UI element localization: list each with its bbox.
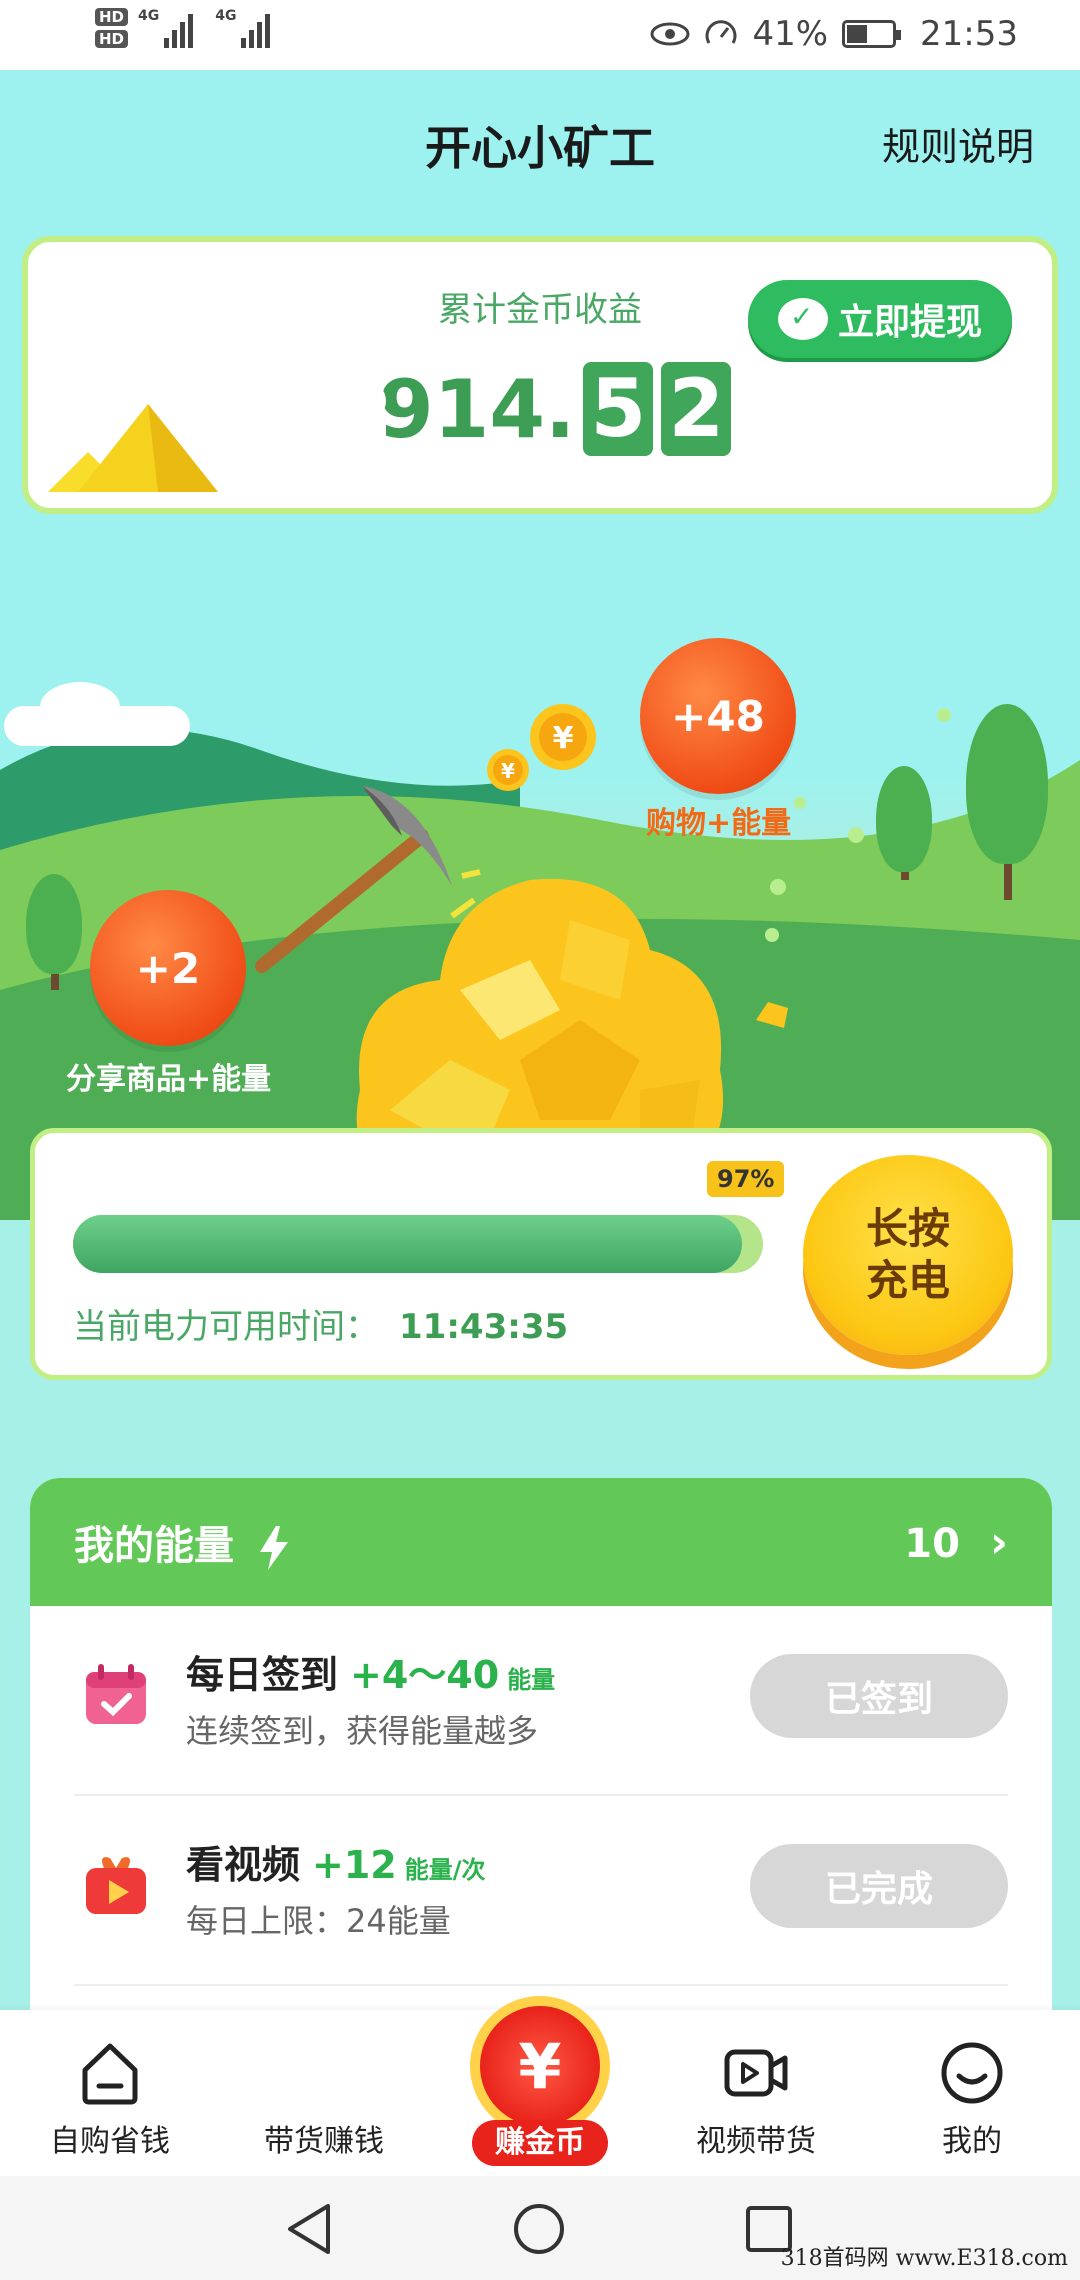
power-percent-badge: 97%	[707, 1161, 785, 1197]
home-icon[interactable]	[512, 2202, 566, 2256]
tab-sell-earn[interactable]: 带货赚钱	[216, 2040, 432, 2160]
hd-badges: HD HD	[95, 8, 129, 48]
power-time-value: 11:43:35	[399, 1307, 569, 1347]
divider	[74, 1984, 1008, 1986]
smiley-icon	[941, 2042, 1003, 2104]
cloud	[820, 368, 900, 420]
tab-label: 视频带货	[696, 2124, 816, 2159]
cloud	[40, 682, 120, 732]
share-energy-bubble[interactable]: +2	[90, 890, 246, 1046]
charge-button-label: 长按 充电	[865, 1204, 950, 1305]
shopping-energy-bubble[interactable]: +48	[640, 638, 796, 794]
battery-percent: 41%	[752, 14, 829, 54]
home-bag-icon	[82, 2043, 138, 2105]
task-unit: 能量	[507, 1666, 556, 1694]
back-icon[interactable]	[284, 2202, 334, 2256]
power-time-label: 当前电力可用时间：	[73, 1307, 379, 1347]
tree	[876, 766, 932, 872]
shopping-energy-value: +48	[671, 691, 765, 741]
my-energy-count-wrap: 10 ›	[904, 1517, 1008, 1568]
game-area: 开心小矿工 规则说明 累计金币收益 914. 5 2 立即提现	[0, 70, 1080, 2010]
earn-coins-icon[interactable]: ¥	[470, 1996, 610, 2136]
earnings-digit-2: 2	[661, 362, 732, 456]
status-bar: HD HD 4G 4G 41% 21:53	[0, 0, 1080, 70]
power-progress-bar	[73, 1215, 763, 1273]
video-camera-icon	[724, 2049, 788, 2097]
task-daily-checkin: 每日签到 +4～40 能量 连续签到，获得能量越多 已签到	[30, 1606, 1052, 1794]
earnings-amount: 914. 5 2	[378, 362, 732, 456]
task-subtitle: 每日上限：24能量	[186, 1902, 451, 1940]
svg-text:¥: ¥	[553, 721, 574, 756]
task-reward: +12	[312, 1843, 397, 1887]
share-energy-value: +2	[135, 943, 201, 993]
tree	[966, 704, 1048, 864]
task-reward: +4～40	[350, 1653, 500, 1697]
completed-button[interactable]: 已完成	[750, 1844, 1008, 1928]
earnings-whole: 914.	[378, 362, 576, 456]
signal-strength-icon: 4G	[138, 8, 194, 48]
coin-icon: ¥	[487, 749, 529, 791]
cloud	[910, 372, 972, 402]
my-energy-title: 我的能量	[74, 1513, 290, 1571]
task-subtitle: 连续签到，获得能量越多	[186, 1712, 539, 1750]
hd-badge-1: HD	[95, 8, 129, 26]
power-progress-fill	[73, 1215, 743, 1273]
tab-blank-icon	[291, 2040, 357, 2106]
signal-strength-icon: 4G	[215, 8, 271, 48]
my-energy-header[interactable]: 我的能量 10 ›	[30, 1478, 1052, 1606]
pyramid-icon	[48, 404, 218, 492]
tab-label: 自购省钱	[50, 2124, 170, 2159]
lightning-icon	[259, 1526, 288, 1570]
withdraw-label: 立即提现	[837, 302, 982, 343]
rules-link[interactable]: 规则说明	[882, 116, 1034, 171]
calendar-icon	[86, 1664, 146, 1724]
task-title: 每日签到 +4～40 能量	[186, 1653, 556, 1697]
signal-group: HD HD 4G 4G	[95, 8, 271, 48]
video-gift-icon	[86, 1857, 146, 1914]
system-nav-bar: 318首码网 www.E318.com	[0, 2176, 1080, 2280]
tab-self-purchase[interactable]: 自购省钱	[2, 2040, 218, 2160]
wechat-icon	[777, 298, 828, 340]
tab-video-sell[interactable]: 视频带货	[648, 2040, 864, 2160]
speedometer-icon	[706, 20, 737, 44]
watermark: 318首码网 www.E318.com	[780, 2246, 1068, 2271]
earnings-card: 累计金币收益 914. 5 2 立即提现	[22, 236, 1058, 514]
task-watch-video: 看视频 +12 能量/次 每日上限：24能量 已完成	[30, 1796, 1052, 1984]
shopping-energy-label: 购物+能量	[646, 806, 792, 841]
status-right: 41% 21:53	[650, 14, 1018, 54]
withdraw-button[interactable]: 立即提现	[748, 280, 1012, 358]
tab-label: 我的	[942, 2124, 1002, 2159]
cloud	[244, 370, 314, 410]
svg-text:¥: ¥	[501, 759, 515, 783]
tab-label: 带货赚钱	[264, 2124, 384, 2159]
task-unit: 能量/次	[404, 1856, 486, 1884]
long-press-charge-button[interactable]: 长按 充电	[803, 1155, 1013, 1355]
checked-in-button[interactable]: 已签到	[750, 1654, 1008, 1738]
my-energy-count: 10	[904, 1520, 960, 1567]
battery-icon	[842, 20, 902, 48]
tree	[26, 874, 82, 974]
share-energy-label: 分享商品+能量	[66, 1062, 272, 1097]
chevron-right-icon: ›	[989, 1516, 1008, 1568]
eye-icon	[650, 22, 690, 46]
my-energy-panel: 我的能量 10 › 每日签到+4～40能量 连续签到，获得能量越多 已签到	[30, 1478, 1052, 2010]
bottom-tab-bar: 自购省钱 带货赚钱 ¥ 赚金币 视频带货 我的	[0, 1996, 1080, 2176]
tab-mine[interactable]: 我的	[864, 2040, 1080, 2160]
clock: 21:53	[920, 14, 1018, 54]
earnings-digit-1: 5	[583, 362, 654, 456]
hd-badge-2: HD	[95, 30, 129, 48]
tab-earn-coins[interactable]: 赚金币	[472, 2120, 608, 2166]
coin-icon: ¥	[530, 704, 596, 770]
task-title: 看视频 +12 能量/次	[186, 1843, 486, 1887]
gold-nugget	[756, 1002, 788, 1028]
power-card: 97% 当前电力可用时间： 11:43:35 长按 充电	[30, 1128, 1052, 1380]
power-time: 当前电力可用时间： 11:43:35	[73, 1299, 568, 1348]
